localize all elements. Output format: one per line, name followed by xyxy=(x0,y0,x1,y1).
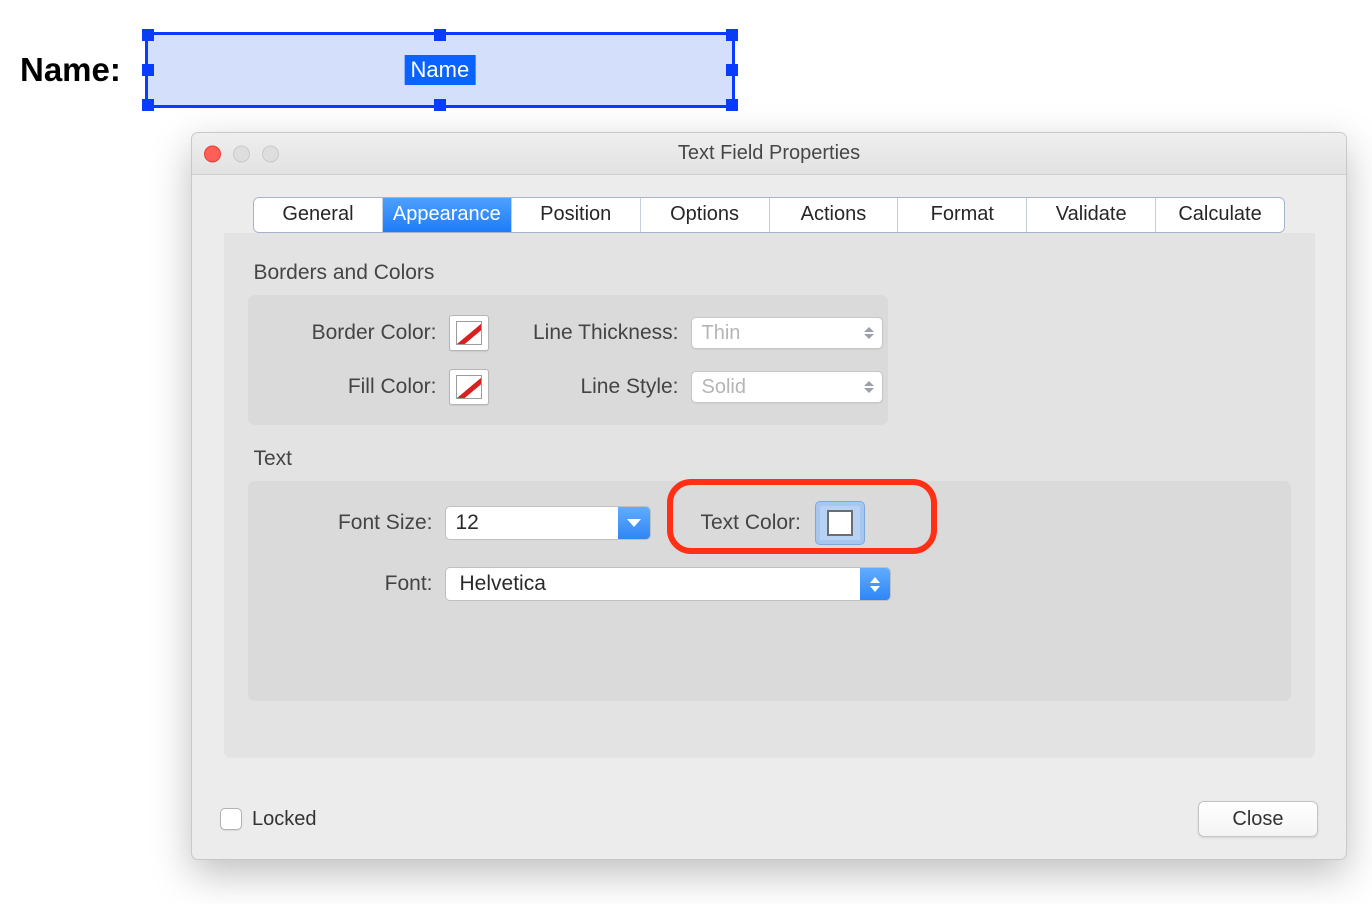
resize-handle[interactable] xyxy=(726,29,738,41)
line-style-value: Solid xyxy=(702,376,746,399)
font-value: Helvetica xyxy=(446,572,546,596)
font-size-value: 12 xyxy=(446,511,479,535)
tab-validate[interactable]: Validate xyxy=(1027,198,1156,232)
line-thickness-value: Thin xyxy=(702,322,741,345)
window-zoom-button[interactable] xyxy=(262,145,279,162)
borders-colors-section: Border Color: Line Thickness: Thin Fill … xyxy=(248,295,888,425)
dialog-footer: Locked Close xyxy=(220,801,1318,837)
line-style-label: Line Style: xyxy=(507,375,687,399)
fill-color-swatch[interactable] xyxy=(449,369,489,405)
resize-handle[interactable] xyxy=(142,99,154,111)
resize-handle[interactable] xyxy=(726,99,738,111)
resize-handle[interactable] xyxy=(726,64,738,76)
close-button-label: Close xyxy=(1232,808,1283,831)
text-heading: Text xyxy=(254,447,1291,471)
window-minimize-button[interactable] xyxy=(233,145,250,162)
field-label: Name: xyxy=(20,51,121,89)
font-size-dropdown-button[interactable] xyxy=(618,507,650,539)
line-style-select[interactable]: Solid xyxy=(691,371,883,403)
tab-general[interactable]: General xyxy=(254,198,383,232)
resize-handle[interactable] xyxy=(434,29,446,41)
line-thickness-select[interactable]: Thin xyxy=(691,317,883,349)
tab-format[interactable]: Format xyxy=(898,198,1027,232)
line-thickness-label: Line Thickness: xyxy=(507,321,687,345)
selected-field-box[interactable]: Name xyxy=(145,32,735,108)
text-color-label: Text Color: xyxy=(701,511,801,535)
field-name-badge: Name xyxy=(405,55,476,85)
font-dropdown-button[interactable] xyxy=(860,568,890,600)
color-preview xyxy=(827,510,853,536)
text-section: Font Size: 12 Text Color: xyxy=(248,481,1291,701)
borders-colors-heading: Borders and Colors xyxy=(254,261,1291,285)
chevron-down-icon xyxy=(627,519,641,527)
chevron-down-icon xyxy=(870,586,880,592)
font-size-label: Font Size: xyxy=(270,511,445,535)
dialog-title: Text Field Properties xyxy=(678,142,860,165)
text-color-group: Text Color: xyxy=(701,501,865,545)
border-color-swatch[interactable] xyxy=(449,315,489,351)
fill-color-label: Fill Color: xyxy=(270,375,445,399)
chevron-up-down-icon xyxy=(864,381,874,393)
font-field[interactable]: Helvetica xyxy=(445,567,891,601)
tab-bar: General Appearance Position Options Acti… xyxy=(253,197,1285,233)
tab-calculate[interactable]: Calculate xyxy=(1156,198,1284,232)
dialog-titlebar: Text Field Properties xyxy=(192,133,1346,175)
border-color-label: Border Color: xyxy=(270,321,445,345)
text-color-swatch[interactable] xyxy=(815,501,865,545)
no-color-icon xyxy=(456,375,482,399)
tab-actions[interactable]: Actions xyxy=(770,198,899,232)
tab-options[interactable]: Options xyxy=(641,198,770,232)
tab-panel-appearance: Borders and Colors Border Color: Line Th… xyxy=(224,233,1315,758)
locked-checkbox[interactable] xyxy=(220,808,242,830)
resize-handle[interactable] xyxy=(434,99,446,111)
chevron-up-icon xyxy=(870,577,880,583)
tab-position[interactable]: Position xyxy=(512,198,641,232)
font-label: Font: xyxy=(270,572,445,596)
window-controls xyxy=(204,145,279,162)
resize-handle[interactable] xyxy=(142,29,154,41)
resize-handle[interactable] xyxy=(142,64,154,76)
text-field-properties-dialog: Text Field Properties General Appearance… xyxy=(191,132,1347,860)
chevron-up-down-icon xyxy=(864,327,874,339)
window-close-button[interactable] xyxy=(204,145,221,162)
tab-appearance[interactable]: Appearance xyxy=(383,198,512,232)
locked-label: Locked xyxy=(252,808,317,831)
locked-checkbox-group: Locked xyxy=(220,808,317,831)
close-button[interactable]: Close xyxy=(1198,801,1318,837)
font-size-field[interactable]: 12 xyxy=(445,506,651,540)
text-field-preview: Name: Name xyxy=(20,32,735,108)
no-color-icon xyxy=(456,321,482,345)
